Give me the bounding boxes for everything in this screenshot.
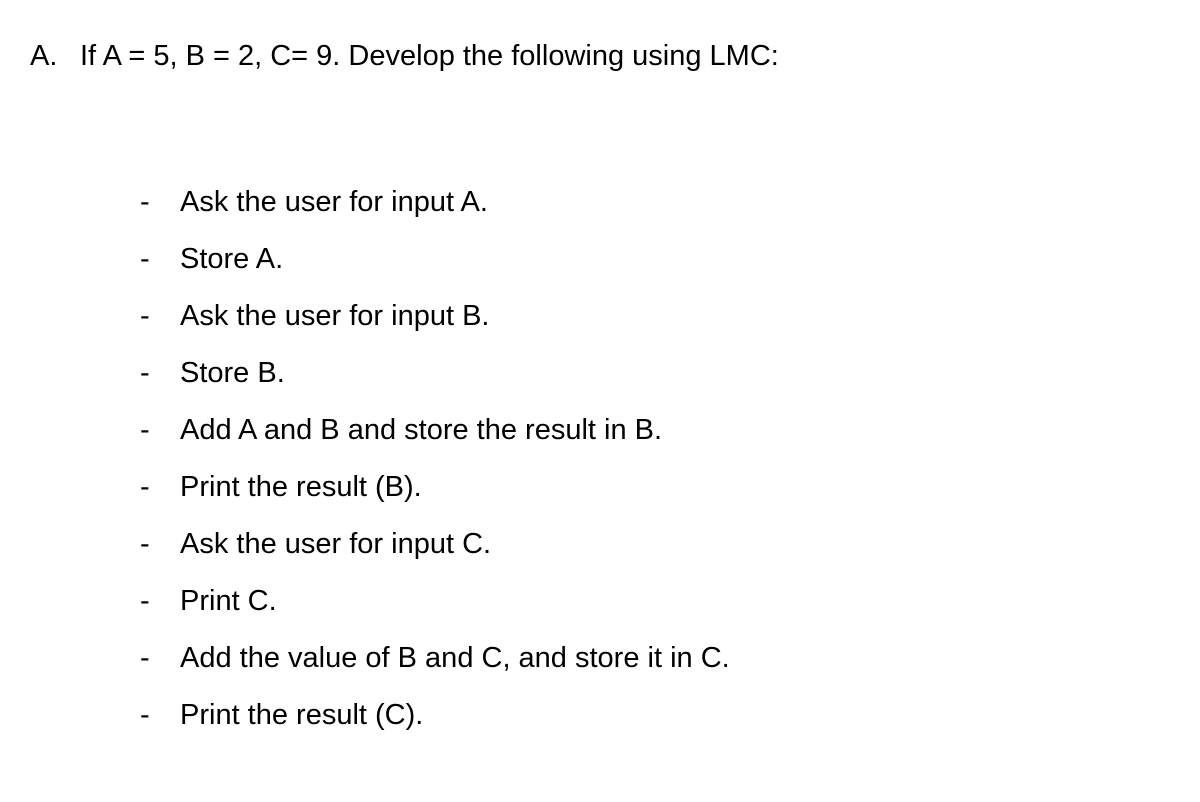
list-item: - Store B. <box>130 359 1170 388</box>
list-item-text: Ask the user for input C. <box>180 530 491 559</box>
bullet-icon: - <box>130 587 180 616</box>
list-item-text: Add A and B and store the result in B. <box>180 416 662 445</box>
list-item-text: Store A. <box>180 245 283 274</box>
list-item: - Print the result (B). <box>130 473 1170 502</box>
bullet-icon: - <box>130 644 180 673</box>
bullet-icon: - <box>130 302 180 331</box>
list-item-text: Print the result (B). <box>180 473 422 502</box>
bullet-icon: - <box>130 359 180 388</box>
list-item: - Ask the user for input A. <box>130 188 1170 217</box>
list-item-text: Ask the user for input A. <box>180 188 488 217</box>
list-item: - Ask the user for input B. <box>130 302 1170 331</box>
list-item-text: Store B. <box>180 359 285 388</box>
list-item-text: Add the value of B and C, and store it i… <box>180 644 730 673</box>
heading-marker: A. <box>30 40 80 73</box>
bullet-icon: - <box>130 473 180 502</box>
heading: A. If A = 5, B = 2, C= 9. Develop the fo… <box>30 40 1170 73</box>
bullet-icon: - <box>130 701 180 730</box>
list-item: - Print C. <box>130 587 1170 616</box>
bullet-icon: - <box>130 416 180 445</box>
list-item: - Print the result (C). <box>130 701 1170 730</box>
list-item: - Ask the user for input C. <box>130 530 1170 559</box>
list-item: - Add the value of B and C, and store it… <box>130 644 1170 673</box>
bullet-list: - Ask the user for input A. - Store A. -… <box>30 188 1170 730</box>
list-item: - Add A and B and store the result in B. <box>130 416 1170 445</box>
bullet-icon: - <box>130 245 180 274</box>
list-item-text: Print C. <box>180 587 277 616</box>
list-item-text: Ask the user for input B. <box>180 302 489 331</box>
list-item-text: Print the result (C). <box>180 701 423 730</box>
bullet-icon: - <box>130 188 180 217</box>
bullet-icon: - <box>130 530 180 559</box>
heading-text: If A = 5, B = 2, C= 9. Develop the follo… <box>80 40 779 73</box>
list-item: - Store A. <box>130 245 1170 274</box>
